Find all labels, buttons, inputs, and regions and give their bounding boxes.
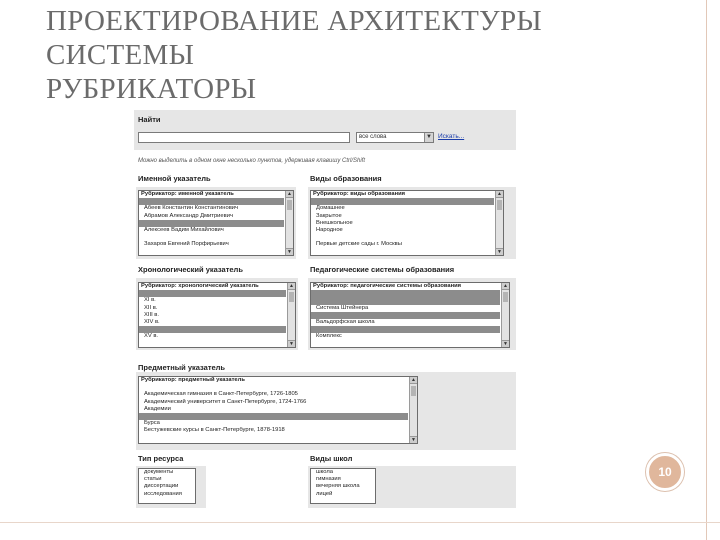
list-option[interactable] xyxy=(139,290,286,298)
rubricator-label-school-types: Виды школ xyxy=(310,454,353,463)
rubricator-form-screenshot: Найти все слова ▼ Искать... Можно выдели… xyxy=(134,110,516,508)
listbox-ped-systems[interactable]: Рубрикатор: педагогические системы образ… xyxy=(310,282,510,348)
list-option[interactable]: лицей xyxy=(311,491,375,498)
rubricator-label-names: Именной указатель xyxy=(138,174,211,183)
listbox-scrollbar[interactable]: ▲ ▼ xyxy=(409,377,417,443)
scroll-down-icon[interactable]: ▼ xyxy=(502,340,509,347)
list-option[interactable] xyxy=(139,219,284,227)
scroll-thumb[interactable] xyxy=(411,386,416,396)
listbox-chrono[interactable]: Рубрикатор: хронологический указатель XI … xyxy=(138,282,296,348)
list-option[interactable]: Абеев Константин Константинович xyxy=(139,205,284,212)
scroll-thumb[interactable] xyxy=(497,200,502,210)
list-option[interactable]: Абрамов Александр Дмитриевич xyxy=(139,213,284,220)
list-option[interactable]: Рубрикатор: именной указатель xyxy=(139,191,284,198)
search-scope-select[interactable]: все слова ▼ xyxy=(356,132,434,143)
list-option[interactable]: XIII в. xyxy=(139,312,286,319)
chevron-down-icon: ▼ xyxy=(424,133,433,142)
list-option[interactable] xyxy=(139,384,408,391)
list-option[interactable]: XIV в. xyxy=(139,319,286,326)
list-option[interactable]: Рубрикатор: предметный указатель xyxy=(139,377,408,384)
slide-title-line-2: СИСТЕМЫ xyxy=(46,39,195,71)
search-label: Найти xyxy=(138,115,161,124)
listbox-subjects[interactable]: Рубрикатор: предметный указатель Академич… xyxy=(138,376,418,444)
list-option[interactable]: Комплекс xyxy=(311,333,500,340)
slide-title: ПРОЕКТИРОВАНИЕ АРХИТЕКТУРЫ СИСТЕМЫ РУБРИ… xyxy=(46,4,656,106)
listbox-scrollbar[interactable]: ▲ ▼ xyxy=(501,283,509,347)
list-option[interactable] xyxy=(139,412,408,421)
scroll-down-icon[interactable]: ▼ xyxy=(286,248,293,255)
page-number-badge: 10 xyxy=(646,453,684,491)
list-option[interactable]: диссертации xyxy=(139,483,195,490)
list-option[interactable] xyxy=(311,326,500,334)
list-option[interactable]: Академии xyxy=(139,406,408,413)
list-option[interactable]: документы xyxy=(139,469,195,476)
scroll-up-icon[interactable]: ▲ xyxy=(410,377,417,384)
scroll-down-icon[interactable]: ▼ xyxy=(288,340,295,347)
list-option[interactable]: XV в. xyxy=(139,333,286,340)
selection-hint: Можно выделить в одном окне несколько пу… xyxy=(138,158,366,164)
list-option[interactable]: XII в. xyxy=(139,305,286,312)
scroll-thumb[interactable] xyxy=(503,292,508,302)
scroll-up-icon[interactable]: ▲ xyxy=(496,191,503,198)
listbox-school-types[interactable]: школа гимназия вечерняя школа лицей xyxy=(310,468,376,504)
list-option[interactable]: Система Штейнера xyxy=(311,305,500,312)
list-option[interactable]: Домашнее xyxy=(311,205,494,212)
list-option[interactable]: XI в. xyxy=(139,297,286,304)
listbox-resource-type[interactable]: документы статьи диссертации исследования xyxy=(138,468,196,504)
list-option[interactable]: школа xyxy=(311,469,375,476)
list-option[interactable]: Вальдорфская школа xyxy=(311,319,500,326)
list-option[interactable]: Рубрикатор: хронологический указатель xyxy=(139,283,286,290)
list-option[interactable]: Внешкольное xyxy=(311,220,494,227)
list-option[interactable]: Академический университет в Санкт-Петерб… xyxy=(139,399,408,406)
list-option[interactable]: гимназия xyxy=(311,476,375,483)
scroll-thumb[interactable] xyxy=(289,292,294,302)
list-option[interactable]: Алексеев Вадим Михайлович xyxy=(139,227,284,234)
listbox-names[interactable]: Рубрикатор: именной указатель Абеев Конст… xyxy=(138,190,294,256)
list-option[interactable]: Захаров Евгений Порфирьевич xyxy=(139,241,284,248)
rubricator-label-edu-types: Виды образования xyxy=(310,174,382,183)
rubricator-label-chrono: Хронологический указатель xyxy=(138,265,243,274)
list-option[interactable] xyxy=(139,198,284,206)
list-option[interactable]: вечерняя школа xyxy=(311,483,375,490)
scroll-up-icon[interactable]: ▲ xyxy=(286,191,293,198)
list-option[interactable]: Рубрикатор: педагогические системы образ… xyxy=(311,283,500,290)
frame-right-border xyxy=(706,0,707,540)
listbox-scrollbar[interactable]: ▲ ▼ xyxy=(287,283,295,347)
rubricator-label-ped-systems: Педагогические системы образования xyxy=(310,265,455,274)
search-input[interactable] xyxy=(138,132,350,143)
list-option[interactable]: Народное xyxy=(311,227,494,234)
search-scope-value: все слова xyxy=(359,134,387,140)
listbox-scrollbar[interactable]: ▲ ▼ xyxy=(285,191,293,255)
list-option[interactable]: исследования xyxy=(139,491,195,498)
list-option[interactable] xyxy=(311,198,494,206)
list-option[interactable]: статьи xyxy=(139,476,195,483)
scroll-up-icon[interactable]: ▲ xyxy=(288,283,295,290)
list-option[interactable] xyxy=(311,311,500,319)
rubricator-label-resource-type: Тип ресурса xyxy=(138,454,184,463)
scroll-thumb[interactable] xyxy=(287,200,292,210)
list-option[interactable]: Закрытое xyxy=(311,213,494,220)
list-option[interactable]: Первые детские сады г. Москвы xyxy=(311,241,494,248)
list-option[interactable]: Академическая гимназия в Санкт-Петербург… xyxy=(139,391,408,398)
list-option[interactable]: Рубрикатор: виды образования xyxy=(311,191,494,198)
scroll-up-icon[interactable]: ▲ xyxy=(502,283,509,290)
rubricator-label-subjects: Предметный указатель xyxy=(138,363,226,372)
search-band xyxy=(134,110,516,150)
list-option[interactable] xyxy=(311,297,500,305)
listbox-scrollbar[interactable]: ▲ ▼ xyxy=(495,191,503,255)
list-option[interactable]: Бурса xyxy=(139,420,408,427)
slide-title-line-1: ПРОЕКТИРОВАНИЕ АРХИТЕКТУРЫ xyxy=(46,5,542,37)
listbox-edu-types[interactable]: Рубрикатор: виды образования Домашнее Закр… xyxy=(310,190,504,256)
slide-title-line-3: РУБРИКАТОРЫ xyxy=(46,73,257,105)
list-option[interactable] xyxy=(311,234,494,241)
list-option[interactable] xyxy=(311,290,500,298)
scroll-down-icon[interactable]: ▼ xyxy=(410,436,417,443)
list-option[interactable]: Бестужевские курсы в Санкт-Петербурге, 1… xyxy=(139,427,408,434)
search-link[interactable]: Искать... xyxy=(438,133,464,140)
list-option[interactable] xyxy=(139,326,286,334)
scroll-down-icon[interactable]: ▼ xyxy=(496,248,503,255)
frame-bottom-border xyxy=(0,522,720,523)
list-option[interactable] xyxy=(139,234,284,241)
